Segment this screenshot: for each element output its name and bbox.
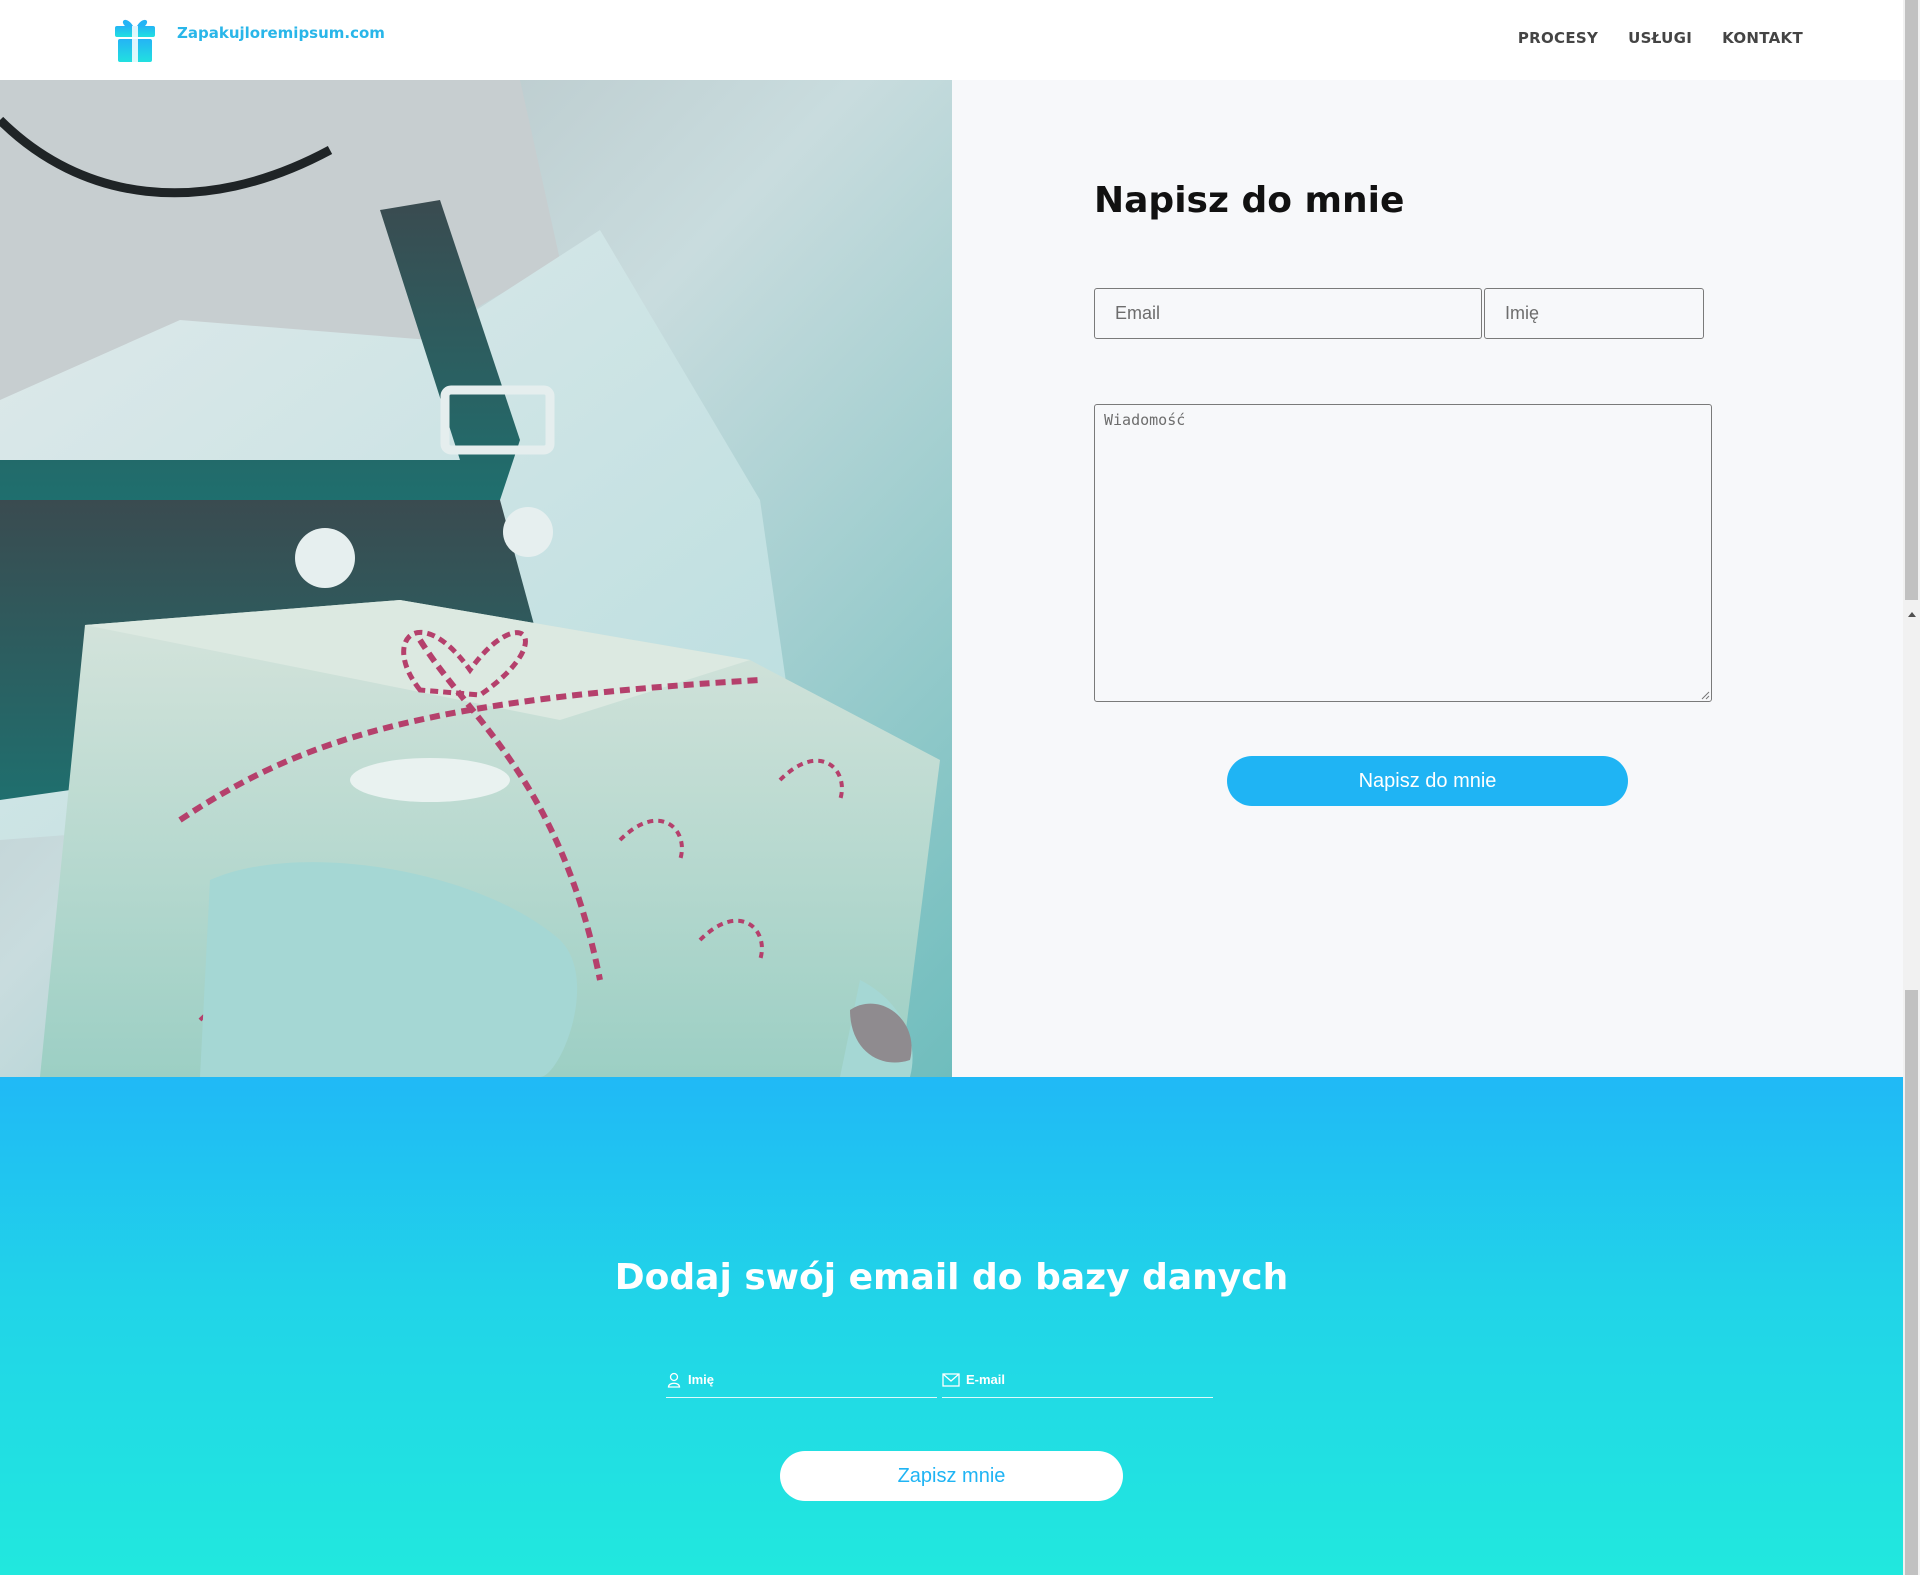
logo[interactable]: Zapakujloremipsum.com — [113, 14, 385, 62]
envelope-icon — [942, 1372, 960, 1387]
main-nav: PROCESY USŁUGI KONTAKT — [1518, 29, 1803, 47]
scrollbar-track-upper[interactable] — [1905, 0, 1918, 600]
email-input[interactable] — [1094, 288, 1482, 339]
subscribe-button[interactable]: Zapisz mnie — [780, 1451, 1123, 1501]
nav-item-uslugi[interactable]: USŁUGI — [1628, 29, 1692, 47]
site-header: Zapakujloremipsum.com PROCESY USŁUGI KON… — [0, 0, 1903, 80]
newsletter-email-input[interactable] — [966, 1372, 1196, 1387]
scrollbar-thumb[interactable] — [1905, 990, 1918, 1575]
newsletter-name-input[interactable] — [688, 1372, 918, 1387]
logo-text: Zapakujloremipsum.com — [177, 24, 385, 42]
newsletter-email-field — [942, 1362, 1213, 1398]
gift-icon — [115, 19, 155, 62]
name-input[interactable] — [1484, 288, 1704, 339]
nav-item-kontakt[interactable]: KONTAKT — [1722, 29, 1803, 47]
page-scrollbar[interactable] — [1903, 0, 1920, 1575]
newsletter-title: Dodaj swój email do bazy danych — [614, 1257, 1289, 1298]
scroll-up-icon[interactable] — [1903, 606, 1920, 623]
gift-photo-illustration — [0, 80, 952, 1077]
contact-form-panel: Napisz do mnie Napisz do mnie — [952, 80, 1903, 1077]
user-icon — [667, 1372, 681, 1388]
hero-photo-gift — [0, 80, 952, 1077]
nav-item-procesy[interactable]: PROCESY — [1518, 29, 1598, 47]
contact-title: Napisz do mnie — [1094, 180, 1405, 221]
newsletter-section: Dodaj swój email do bazy danych Zapisz m… — [0, 1077, 1903, 1575]
newsletter-name-field — [666, 1362, 937, 1398]
resize-grip-icon[interactable] — [1700, 690, 1710, 700]
message-textarea[interactable] — [1094, 404, 1712, 702]
send-message-button[interactable]: Napisz do mnie — [1227, 756, 1628, 806]
